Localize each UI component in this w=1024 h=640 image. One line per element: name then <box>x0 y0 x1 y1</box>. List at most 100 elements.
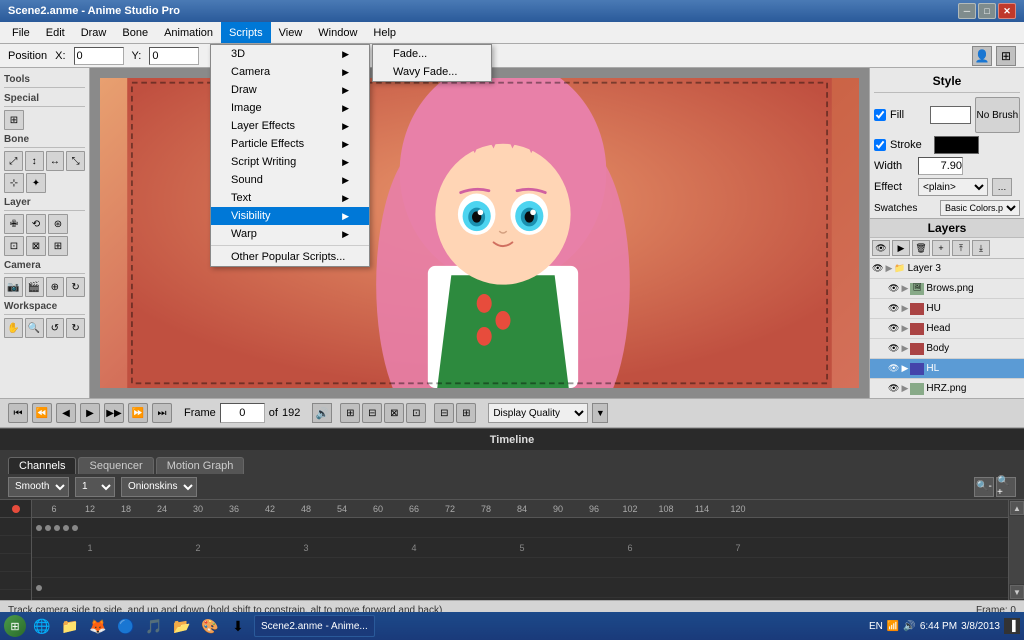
play-button[interactable]: ▶ <box>80 403 100 423</box>
layer-item-hl[interactable]: 👁 ▶ HL <box>870 359 1024 379</box>
hl-expand[interactable]: ▶ <box>901 363 908 374</box>
tool-ws-1[interactable]: ✋ <box>4 318 23 338</box>
smooth-select[interactable]: Smooth <box>8 477 69 497</box>
menu-window[interactable]: Window <box>310 22 365 43</box>
hl-eye[interactable]: 👁 <box>888 363 899 374</box>
timeline-scrollbar[interactable]: ▲ ▼ <box>1008 500 1024 600</box>
hrz-eye[interactable]: 👁 <box>888 383 899 394</box>
tool-camera-2[interactable]: 🎬 <box>25 277 44 297</box>
speed-select[interactable]: 1 <box>75 477 115 497</box>
layers-tool-3[interactable]: 🗑 <box>912 240 930 256</box>
stroke-color-box[interactable] <box>934 136 979 154</box>
tool-camera-4[interactable]: ↻ <box>66 277 85 297</box>
prev-frame-button[interactable]: ⏪ <box>32 403 52 423</box>
tool-special-1[interactable]: ⊞ <box>4 110 24 130</box>
tool-ws-3[interactable]: ↺ <box>46 318 65 338</box>
view-mode-2[interactable]: ⊟ <box>362 403 382 423</box>
x-input[interactable] <box>74 47 124 65</box>
prev-button[interactable]: ◀ <box>56 403 76 423</box>
taskbar-utorrent[interactable]: ⬇ <box>226 614 250 638</box>
menu-animation[interactable]: Animation <box>156 22 221 43</box>
y-input[interactable] <box>149 47 199 65</box>
menu-image[interactable]: Image▶ <box>211 99 369 117</box>
tool-ws-4[interactable]: ↻ <box>66 318 85 338</box>
menu-draw[interactable]: Draw <box>73 22 115 43</box>
effect-select[interactable]: <plain> <box>918 178 988 196</box>
hu-expand[interactable]: ▶ <box>901 303 908 314</box>
taskbar-ie[interactable]: 🌐 <box>30 614 54 638</box>
fill-color-box[interactable] <box>930 106 971 124</box>
tool-layer-1[interactable]: ✙ <box>4 214 24 234</box>
menu-bone[interactable]: Bone <box>114 22 156 43</box>
tool-bone-4[interactable]: ⤡ <box>66 151 85 171</box>
stroke-checkbox[interactable] <box>874 139 886 151</box>
tool-layer-2[interactable]: ⟲ <box>26 214 46 234</box>
menu-scripts[interactable]: Scripts <box>221 22 271 43</box>
skip-end-button[interactable]: ⏭ <box>152 403 172 423</box>
swatches-select[interactable]: Basic Colors.png <box>940 200 1020 216</box>
tab-sequencer[interactable]: Sequencer <box>78 457 153 474</box>
onionskins-select[interactable]: Onionskins <box>121 477 197 497</box>
fill-checkbox[interactable] <box>874 109 886 121</box>
tool-bone-3[interactable]: ↔ <box>46 151 65 171</box>
quality-arrow[interactable]: ▼ <box>592 403 608 423</box>
layers-tool-2[interactable]: ▶ <box>892 240 910 256</box>
taskbar-chrome[interactable]: 🔵 <box>114 614 138 638</box>
view-mode-3[interactable]: ⊠ <box>384 403 404 423</box>
layer3-expand[interactable]: ▶ <box>885 263 892 274</box>
brows-eye[interactable]: 👁 <box>888 283 899 294</box>
body-expand[interactable]: ▶ <box>901 343 908 354</box>
tool-bone-2[interactable]: ↕ <box>25 151 44 171</box>
taskbar-explorer[interactable]: 📁 <box>58 614 82 638</box>
layer3-eye[interactable]: 👁 <box>872 263 883 274</box>
fullscreen-btn[interactable]: ⊞ <box>456 403 476 423</box>
menu-3d[interactable]: 3D▶ <box>211 45 369 63</box>
tab-channels[interactable]: Channels <box>8 457 76 474</box>
effect-options-btn[interactable]: … <box>992 178 1012 196</box>
maximize-button[interactable]: □ <box>978 3 996 19</box>
minimize-button[interactable]: ─ <box>958 3 976 19</box>
menu-other-popular-scripts[interactable]: Other Popular Scripts... <box>211 248 369 266</box>
tool-layer-3[interactable]: ⊛ <box>48 214 68 234</box>
menu-particle-effects[interactable]: Particle Effects▶ <box>211 135 369 153</box>
tool-layer-4[interactable]: ⊡ <box>4 236 24 256</box>
tool-ws-2[interactable]: 🔍 <box>25 318 44 338</box>
layer-item-head[interactable]: 👁 ▶ Head <box>870 319 1024 339</box>
menu-warp[interactable]: Warp▶ <box>211 225 369 243</box>
tool-camera-3[interactable]: ⊕ <box>46 277 65 297</box>
hu-eye[interactable]: 👁 <box>888 303 899 314</box>
audio-button[interactable]: 🔊 <box>312 403 332 423</box>
layers-tool-5[interactable]: ⤒ <box>952 240 970 256</box>
menu-script-writing[interactable]: Script Writing▶ <box>211 153 369 171</box>
menu-view[interactable]: View <box>271 22 311 43</box>
menu-file[interactable]: File <box>4 22 38 43</box>
menu-help[interactable]: Help <box>365 22 404 43</box>
no-brush-button[interactable]: No Brush <box>975 97 1020 133</box>
taskbar-firefox[interactable]: 🦊 <box>86 614 110 638</box>
menu-visibility[interactable]: Visibility▶ <box>211 207 369 225</box>
tool-bone-1[interactable]: ⤢ <box>4 151 23 171</box>
scroll-up[interactable]: ▲ <box>1010 501 1024 515</box>
layers-tool-4[interactable]: + <box>932 240 950 256</box>
scroll-down[interactable]: ▼ <box>1010 585 1024 599</box>
zoom-out-btn[interactable]: 🔍- <box>974 477 994 497</box>
hrz-expand[interactable]: ▶ <box>901 383 908 394</box>
aspect-btn[interactable]: ⊟ <box>434 403 454 423</box>
menu-layer-effects[interactable]: Layer Effects▶ <box>211 117 369 135</box>
menu-text[interactable]: Text▶ <box>211 189 369 207</box>
taskbar-itunes[interactable]: 🎵 <box>142 614 166 638</box>
tool-layer-5[interactable]: ⊠ <box>26 236 46 256</box>
width-input[interactable] <box>918 157 963 175</box>
body-eye[interactable]: 👁 <box>888 343 899 354</box>
taskbar-folder[interactable]: 📂 <box>170 614 194 638</box>
menu-sound[interactable]: Sound▶ <box>211 171 369 189</box>
menu-fade[interactable]: Fade... <box>373 45 491 63</box>
show-desktop-btn[interactable]: ▐ <box>1004 618 1020 634</box>
layer-item-hu[interactable]: 👁 ▶ HU <box>870 299 1024 319</box>
tool-bone-6[interactable]: ✦ <box>26 173 46 193</box>
layer-item-hrz[interactable]: 👁 ▶ HRZ.png <box>870 379 1024 398</box>
start-button[interactable]: ⊞ <box>4 615 26 637</box>
layers-tool-1[interactable]: 👁 <box>872 240 890 256</box>
close-button[interactable]: ✕ <box>998 3 1016 19</box>
zoom-in-btn[interactable]: 🔍+ <box>996 477 1016 497</box>
